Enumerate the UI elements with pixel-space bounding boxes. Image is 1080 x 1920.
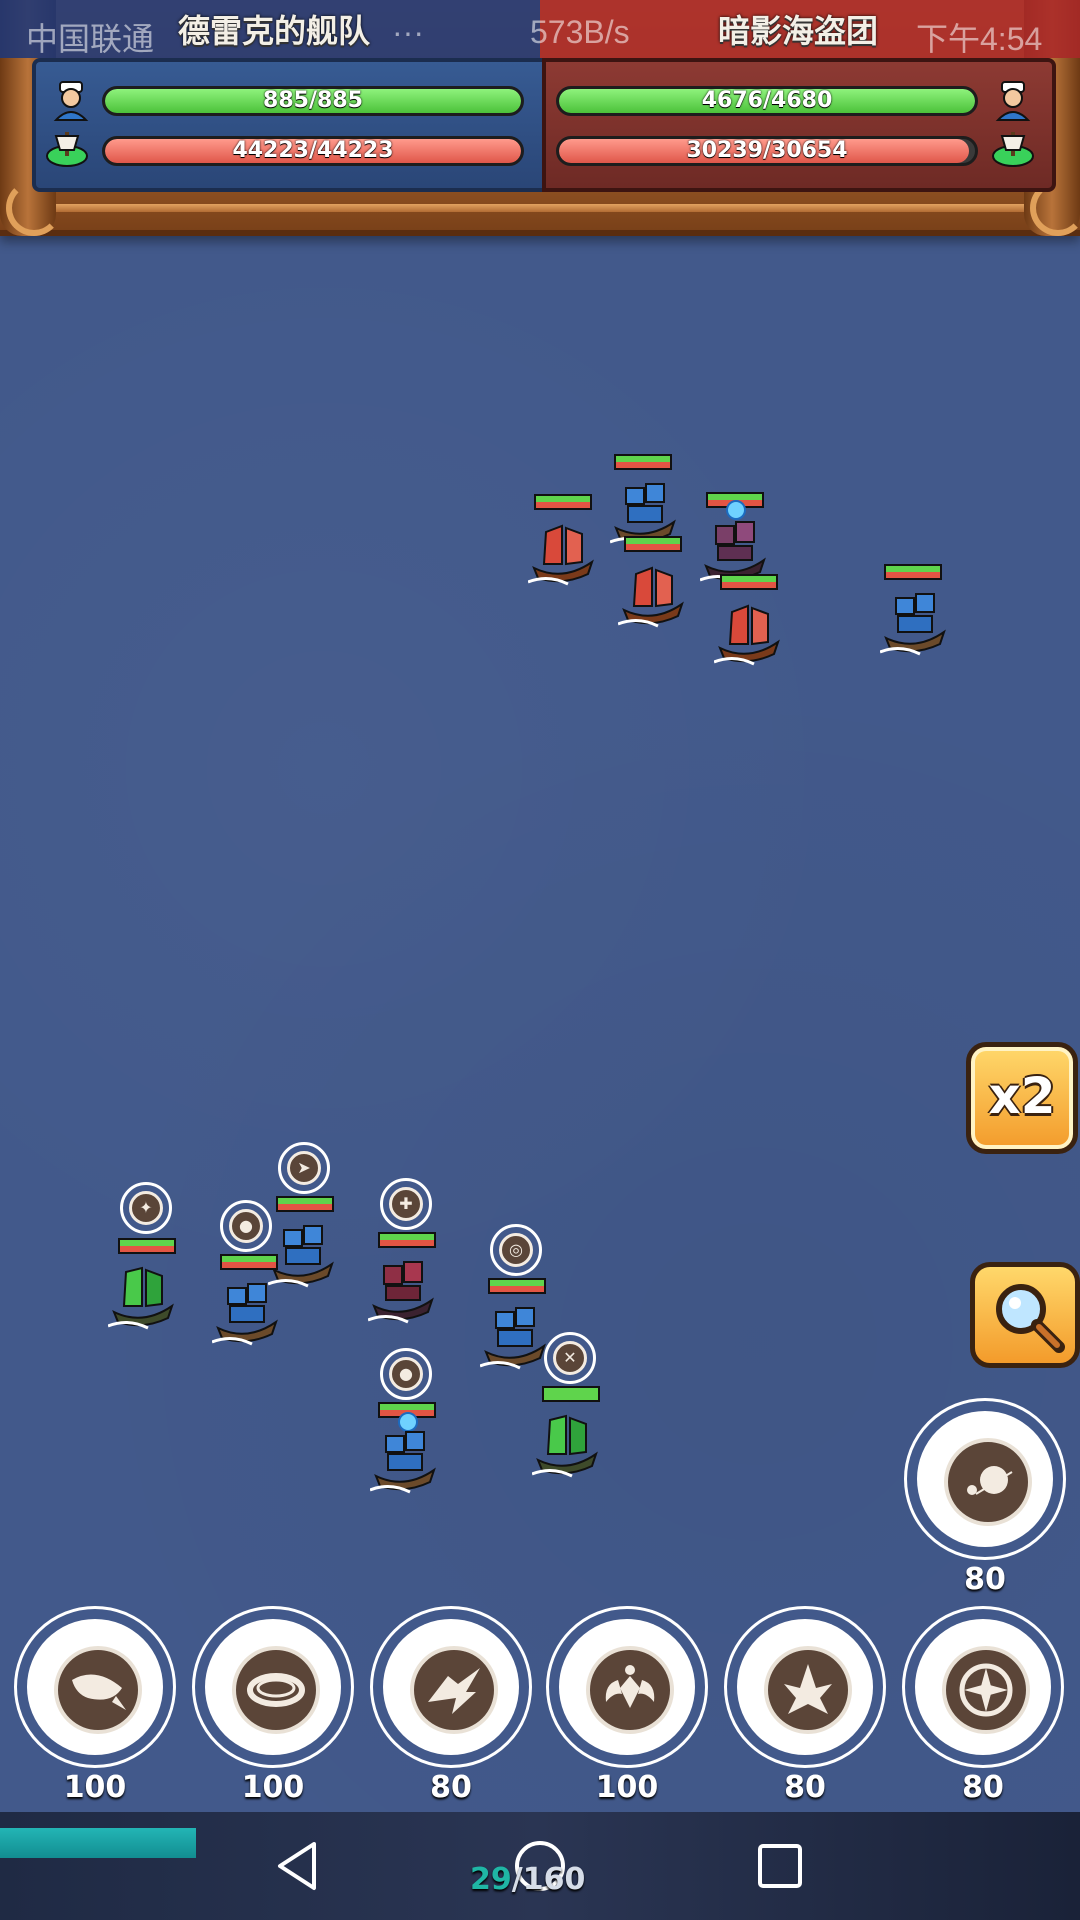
enemy-ship-hp-bar <box>624 536 682 552</box>
right-crew-hp-text: 4676/4680 <box>701 88 833 113</box>
skill-button-cannonball[interactable] <box>904 1398 1066 1560</box>
skill-cost: 100 <box>595 1770 659 1805</box>
enemy-sailor-icon <box>995 81 1031 121</box>
energy-progress-fill <box>0 1828 196 1858</box>
skill-cost: 80 <box>430 1770 472 1805</box>
right-team-panel <box>542 58 1056 192</box>
skill-cost: 80 <box>784 1770 826 1805</box>
right-ship-hp-bar: 30239/30654 <box>556 136 978 166</box>
ally-blue-galleon[interactable] <box>479 1296 550 1376</box>
ally-ship-hp-bar <box>276 1196 334 1212</box>
enemy-ship-hp-bar <box>534 494 592 510</box>
right-team-header: 573B/s 下午4:54 暗影海盗团 <box>530 0 1080 58</box>
cannonball-icon <box>967 1466 1013 1495</box>
recents-nav-icon[interactable] <box>752 1838 808 1894</box>
right-crew-hp-bar: 4676/4680 <box>556 86 978 116</box>
enemy-red-junk-ship[interactable] <box>713 592 784 672</box>
ship-skill-badge: ● <box>380 1348 432 1400</box>
energy-total: /160 <box>511 1862 586 1897</box>
ally-ship-hp-bar <box>542 1386 600 1402</box>
status-dots: ··· <box>392 14 424 50</box>
ring-icon <box>247 1673 305 1707</box>
enemy-ship-hp-bar <box>720 574 778 590</box>
enemy-ship-hp-bar <box>884 564 942 580</box>
speed-x2-button[interactable]: x2 <box>966 1042 1078 1154</box>
clock: 下午4:54 <box>916 21 1043 57</box>
left-team-header: 中国联通 ··· 德雷克的舰队 <box>0 0 540 58</box>
skill-button-wing-emblem[interactable] <box>546 1606 708 1768</box>
right-ship-hp-text: 30239/30654 <box>686 138 848 163</box>
ship-skill-badge: ✦ <box>120 1182 172 1234</box>
zoom-button[interactable] <box>970 1262 1080 1368</box>
rocket-icon <box>72 1674 126 1710</box>
net-speed: 573B/s <box>530 14 630 50</box>
enemy-ship-hull-icon <box>992 132 1034 167</box>
ship-skill-badge: ✕ <box>544 1332 596 1384</box>
sailor-icon <box>53 81 89 121</box>
skill-button-rocket[interactable] <box>14 1606 176 1768</box>
ship-skill-badge: ● <box>220 1200 272 1252</box>
skill-button-compass[interactable] <box>902 1606 1064 1768</box>
energy-progress-bar <box>0 1828 196 1858</box>
ally-blue-galleon[interactable] <box>267 1214 338 1294</box>
skill-cost: 100 <box>241 1770 305 1805</box>
enemy-blue-galleon[interactable] <box>879 582 950 662</box>
skill-button-ring[interactable] <box>192 1606 354 1768</box>
energy-current: 29 <box>470 1862 512 1897</box>
enemy-ship-hp-bar <box>614 454 672 470</box>
shark-icon <box>428 1668 480 1714</box>
ally-crimson-ship[interactable] <box>367 1250 438 1330</box>
ally-green-ship[interactable] <box>531 1404 602 1484</box>
spike-icon <box>784 1664 832 1714</box>
skill-button-shark[interactable] <box>370 1606 532 1768</box>
skill-cost: 80 <box>962 1770 1004 1805</box>
skill-button-spike[interactable] <box>724 1606 886 1768</box>
skill-cost: 80 <box>964 1562 1006 1597</box>
left-ship-hp-bar: 44223/44223 <box>102 136 524 166</box>
ship-skill-badge: ✚ <box>380 1178 432 1230</box>
left-team-panel <box>32 58 546 192</box>
left-crew-hp-bar: 885/885 <box>102 86 524 116</box>
ally-ship-hp-bar <box>118 1238 176 1254</box>
skill-cost: 100 <box>63 1770 127 1805</box>
ship-skill-badge: ➤ <box>278 1142 330 1194</box>
left-ship-hp-text: 44223/44223 <box>232 138 394 163</box>
magnifier-icon <box>996 1284 1065 1353</box>
compass-icon <box>959 1663 1013 1717</box>
back-nav-icon[interactable] <box>270 1838 326 1894</box>
ally-flagship[interactable] <box>369 1420 440 1500</box>
speed-x2-label: x2 <box>988 1067 1056 1125</box>
right-team-name: 暗影海盗团 <box>718 12 879 50</box>
left-team-name: 德雷克的舰队 <box>178 12 371 50</box>
ship-hull-icon <box>46 132 88 167</box>
enemy-red-junk-ship[interactable] <box>527 512 598 592</box>
ally-ship-hp-bar <box>378 1232 436 1248</box>
energy-counter: 29/160 <box>470 1862 585 1897</box>
wing-emblem-icon <box>605 1665 655 1708</box>
ship-skill-badge: ◎ <box>490 1224 542 1276</box>
battle-sea <box>0 0 1080 1920</box>
ally-green-ship[interactable] <box>107 1256 178 1336</box>
left-crew-hp-text: 885/885 <box>263 88 363 113</box>
carrier-label: 中国联通 <box>26 21 155 57</box>
ally-ship-hp-bar <box>488 1278 546 1294</box>
enemy-red-junk-ship[interactable] <box>617 554 688 634</box>
